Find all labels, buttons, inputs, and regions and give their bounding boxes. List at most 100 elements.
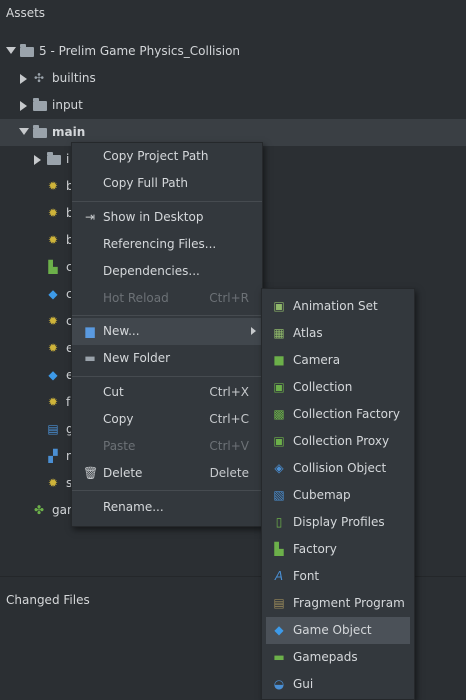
tree-row-builtins[interactable]: ✣ builtins: [0, 65, 466, 92]
submenu-item-label: Atlas: [293, 326, 323, 340]
gui-icon: ◒: [273, 677, 285, 691]
submenu-item-label: Fragment Program: [293, 596, 405, 610]
copy-full-path-item[interactable]: Copy Full Path: [72, 170, 262, 197]
cubemap-icon: ▧: [273, 488, 285, 502]
menu-item-label: Copy: [103, 412, 134, 426]
menu-divider: [72, 490, 262, 491]
submenu-item-label: Gui: [293, 677, 314, 691]
new-animation-set-item[interactable]: ▣ Animation Set: [262, 293, 414, 320]
assets-panel-title: Assets: [6, 6, 46, 20]
script-gear-icon: ✹: [47, 395, 59, 409]
collection-proxy-icon: ▣: [273, 434, 285, 448]
menu-divider: [72, 201, 262, 202]
menu-item-shortcut: Ctrl+C: [209, 412, 249, 426]
expand-arrow-icon[interactable]: [19, 128, 29, 135]
submenu-item-label: Font: [293, 569, 320, 583]
game-object-icon: ◆: [274, 623, 284, 637]
folder-icon: [20, 44, 34, 57]
paste-item: Paste Ctrl+V: [72, 433, 262, 460]
submenu-item-label: Factory: [293, 542, 337, 556]
menu-item-label: Referencing Files...: [103, 237, 217, 251]
cut-item[interactable]: Cut Ctrl+X: [72, 379, 262, 406]
new-collection-proxy-item[interactable]: ▣ Collection Proxy: [262, 428, 414, 455]
new-gamepads-item[interactable]: ▬ Gamepads: [262, 644, 414, 671]
new-fragment-program-item[interactable]: ▤ Fragment Program: [262, 590, 414, 617]
tree-row-input[interactable]: input: [0, 92, 466, 119]
hot-reload-item: Hot Reload Ctrl+R: [72, 285, 262, 312]
new-collision-object-item[interactable]: ◈ Collision Object: [262, 455, 414, 482]
new-atlas-item[interactable]: ▦ Atlas: [262, 320, 414, 347]
show-in-desktop-icon: ⇥: [84, 210, 96, 224]
font-icon: A: [274, 569, 284, 583]
menu-item-label: Copy Project Path: [103, 149, 209, 163]
new-font-item[interactable]: A Font: [262, 563, 414, 590]
submenu-item-label: Animation Set: [293, 299, 378, 313]
new-cubemap-item[interactable]: ▧ Cubemap: [262, 482, 414, 509]
collapse-arrow-icon[interactable]: [20, 74, 27, 84]
submenu-item-label: Game Object: [293, 623, 372, 637]
collision-object-icon: ◈: [274, 461, 284, 475]
rename-item[interactable]: Rename...: [72, 494, 262, 521]
menu-item-label: Copy Full Path: [103, 176, 188, 190]
display-profiles-icon: ▯: [275, 515, 283, 529]
folder-icon: [33, 125, 47, 138]
tree-label: i: [66, 152, 70, 166]
camera-icon: ■: [273, 353, 285, 367]
tree-row-project[interactable]: 5 - Prelim Game Physics_Collision: [0, 38, 466, 65]
new-collection-factory-item[interactable]: ▩ Collection Factory: [262, 401, 414, 428]
collection-icon: ▣: [273, 380, 285, 394]
new-collection-item[interactable]: ▣ Collection: [262, 374, 414, 401]
animation-set-icon: ▣: [273, 299, 285, 313]
new-factory-item[interactable]: ▙ Factory: [262, 536, 414, 563]
new-display-profiles-item[interactable]: ▯ Display Profiles: [262, 509, 414, 536]
new-item[interactable]: ▆ New...: [72, 318, 262, 345]
copy-project-path-item[interactable]: Copy Project Path: [72, 143, 262, 170]
folder-icon: [47, 152, 61, 165]
gamepads-icon: ▬: [273, 650, 285, 664]
menu-item-label: Paste: [103, 439, 136, 453]
game-object-icon: ◆: [48, 368, 58, 382]
submenu-arrow-icon: [251, 327, 256, 335]
menu-item-shortcut: Ctrl+R: [209, 291, 249, 305]
menu-divider: [72, 376, 262, 377]
new-file-icon: ▆: [85, 324, 95, 338]
collapse-arrow-icon[interactable]: [34, 155, 41, 165]
show-in-desktop-item[interactable]: ⇥ Show in Desktop: [72, 204, 262, 231]
gui-icon: ▤: [47, 422, 59, 436]
menu-item-label: New Folder: [103, 351, 171, 365]
tree-label-main: main: [52, 125, 86, 139]
menu-item-shortcut: Ctrl+X: [209, 385, 249, 399]
expand-arrow-icon[interactable]: [6, 47, 16, 54]
menu-item-label: Delete: [103, 466, 143, 480]
script-gear-icon: ✹: [47, 206, 59, 220]
submenu-item-label: Collection Factory: [293, 407, 401, 421]
collapse-arrow-icon[interactable]: [20, 101, 27, 111]
submenu-item-label: Cubemap: [293, 488, 351, 502]
menu-item-shortcut: Delete: [209, 466, 249, 480]
new-game-object-item[interactable]: ◆ Game Object: [266, 617, 410, 644]
referencing-files-item[interactable]: Referencing Files...: [72, 231, 262, 258]
new-camera-item[interactable]: ■ Camera: [262, 347, 414, 374]
script-gear-icon: ✹: [47, 476, 59, 490]
collection-factory-icon: ▩: [273, 407, 285, 421]
trash-icon: 🗑: [83, 466, 99, 480]
game-project-icon: ✤: [33, 503, 45, 517]
new-folder-item[interactable]: ▬ New Folder: [72, 345, 262, 372]
puzzle-icon: ✣: [33, 71, 45, 85]
script-gear-icon: ✹: [47, 179, 59, 193]
dependencies-item[interactable]: Dependencies...: [72, 258, 262, 285]
game-object-icon: ◆: [48, 287, 58, 301]
menu-item-label: Cut: [103, 385, 124, 399]
menu-item-label: Hot Reload: [103, 291, 169, 305]
copy-item[interactable]: Copy Ctrl+C: [72, 406, 262, 433]
script-gear-icon: ✹: [47, 314, 59, 328]
submenu-item-label: Collection: [293, 380, 353, 394]
menu-item-shortcut: Ctrl+V: [209, 439, 249, 453]
submenu-item-label: Camera: [293, 353, 341, 367]
menu-item-label: Show in Desktop: [103, 210, 204, 224]
fragment-program-icon: ▤: [273, 596, 285, 610]
menu-item-label: Dependencies...: [103, 264, 200, 278]
tree-label-builtins: builtins: [52, 71, 96, 85]
delete-item[interactable]: 🗑 Delete Delete: [72, 460, 262, 487]
tree-label: f: [66, 395, 71, 409]
